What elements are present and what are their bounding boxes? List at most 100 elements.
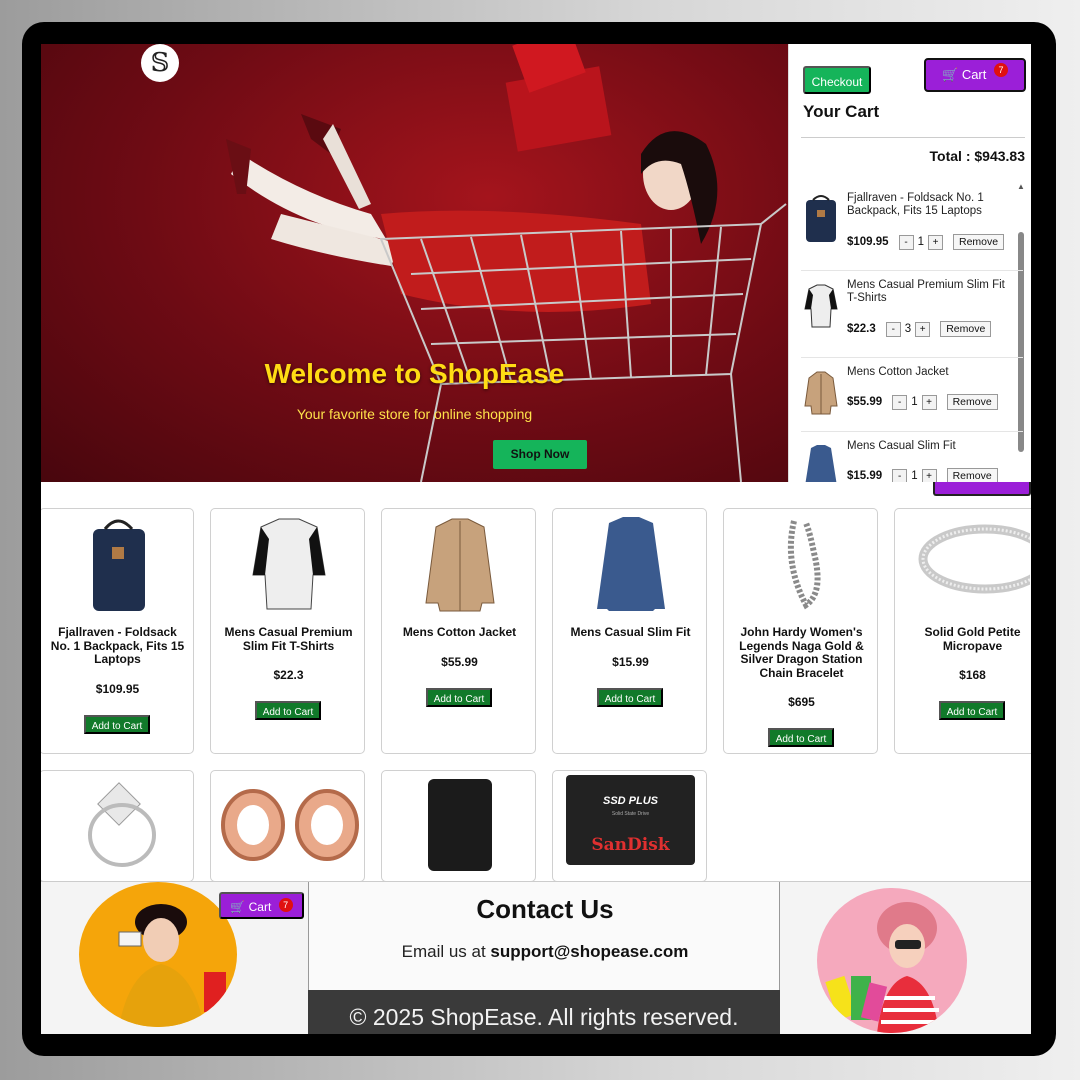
decrease-qty-button[interactable]: - (885, 321, 901, 337)
jacket-thumbnail (804, 371, 838, 415)
cart-icon: 🛒 (230, 900, 246, 914)
hero-title: Welcome to ShopEase (264, 358, 565, 389)
cart-item-controls: $22.3 - 3 + Remove (847, 321, 992, 337)
product-image (88, 782, 156, 867)
product-card: Mens Cotton Jacket $55.99 Add to Cart (381, 508, 536, 754)
cart-item-controls: $109.95 - 1 + Remove (847, 234, 1005, 250)
product-image (425, 518, 495, 612)
product-card: SSD PLUS Solid State Drive SanDisk (552, 770, 707, 882)
longsleeve-thumbnail (805, 445, 837, 482)
remove-item-button[interactable]: Remove (946, 394, 998, 410)
shop-now-button[interactable]: Shop Now (493, 440, 587, 469)
cart-count-badge: 7 (278, 898, 293, 912)
product-name: John Hardy Women's Legends Naga Gold & S… (739, 625, 864, 680)
support-email-link[interactable]: support@shopease.com (490, 942, 688, 961)
site-footer: 🛒 Cart 7 Contact Us Email us at support@… (41, 881, 1031, 1034)
cart-sidebar: Checkout 🛒 Cart 7 Your Cart Total : $943… (788, 44, 1031, 482)
product-card (41, 770, 194, 882)
product-card: John Hardy Women's Legends Naga Gold & S… (723, 508, 878, 754)
product-name: Mens Casual Slim Fit (570, 625, 691, 639)
shopease-logo[interactable]: 𝕊 (141, 44, 179, 82)
product-card: Mens Casual Premium Slim Fit T-Shirts $2… (210, 508, 365, 754)
add-to-cart-button[interactable]: Add to Cart (426, 688, 492, 707)
product-name: Solid Gold Petite Micropave (924, 625, 1021, 653)
increase-qty-button[interactable]: + (921, 394, 937, 410)
add-to-cart-button[interactable]: Add to Cart (597, 688, 663, 707)
footer-cart-button[interactable]: 🛒 Cart 7 (219, 892, 304, 919)
add-to-cart-button[interactable]: Add to Cart (768, 728, 834, 747)
increase-qty-button[interactable]: + (921, 468, 937, 482)
product-price: $109.95 (95, 682, 140, 696)
woman-with-card-illustration (118, 904, 226, 1027)
cart-item: Fjallraven - Foldsack No. 1 Backpack, Fi… (801, 184, 1023, 271)
browser-viewport: 𝕊 Welcome to ShopEase Your favorite stor… (41, 44, 1031, 1034)
decrease-qty-button[interactable]: - (892, 394, 908, 410)
hero-subtitle: Your favorite store for online shopping (296, 406, 533, 422)
remove-item-button[interactable]: Remove (940, 321, 992, 337)
decrease-qty-button[interactable]: - (892, 468, 908, 482)
hero-banner: 𝕊 Welcome to ShopEase Your favorite stor… (41, 44, 788, 482)
cart-item-price: $109.95 (847, 236, 889, 248)
cart-item: Mens Casual Premium Slim Fit T-Shirts $2… (801, 271, 1023, 358)
cart-icon: 🛒 (942, 67, 959, 82)
product-price: $15.99 (612, 655, 649, 669)
product-card: Mens Casual Slim Fit $15.99 Add to Cart (552, 508, 707, 754)
add-to-cart-button[interactable]: Add to Cart (939, 701, 1005, 720)
remove-item-button[interactable]: Remove (946, 468, 998, 482)
product-card: Solid Gold Petite Micropave $168 Add to … (894, 508, 1031, 754)
cart-item-list: Fjallraven - Foldsack No. 1 Backpack, Fi… (801, 184, 1023, 482)
product-image: SSD PLUS Solid State Drive SanDisk (566, 775, 695, 865)
increase-qty-button[interactable]: + (927, 234, 943, 250)
product-price: $55.99 (441, 655, 478, 669)
remove-item-button[interactable]: Remove (952, 234, 1005, 250)
cart-toggle-button[interactable]: 🛒 Cart 7 (924, 58, 1026, 92)
product-image (428, 779, 492, 871)
product-image (221, 789, 359, 861)
contact-email-line: Email us at support@shopease.com (309, 942, 781, 962)
product-image (597, 517, 665, 611)
promo-image-left (79, 882, 237, 1027)
decrease-qty-button[interactable]: - (898, 234, 914, 250)
product-image (787, 520, 821, 610)
cart-item: Mens Casual Slim Fit $15.99 - 1 + Remove (801, 432, 1023, 482)
cart-item-name: Mens Cotton Jacket (847, 366, 949, 378)
product-image (93, 519, 145, 611)
cart-item-name: Fjallraven - Foldsack No. 1 Backpack, Fi… (847, 192, 984, 217)
cart-item-price: $55.99 (847, 396, 883, 408)
product-name: Fjallraven - Foldsack No. 1 Backpack, Fi… (50, 625, 185, 666)
cart-item-controls: $55.99 - 1 + Remove (847, 394, 998, 410)
product-name: Mens Cotton Jacket (402, 625, 517, 639)
email-prefix: Email us at (401, 942, 491, 961)
checkout-button[interactable]: Checkout (803, 66, 871, 94)
product-price: $22.3 (273, 668, 304, 682)
cart-total: Total : $943.83 (929, 148, 1025, 164)
backpack-thumbnail (806, 195, 836, 242)
cart-item-controls: $15.99 - 1 + Remove (847, 468, 998, 482)
cart-item-qty: 1 (917, 236, 924, 248)
cart-item-price: $22.3 (847, 323, 876, 335)
contact-section: Contact Us Email us at support@shopease.… (308, 882, 780, 990)
increase-qty-button[interactable]: + (915, 321, 931, 337)
product-image (252, 518, 326, 610)
product-name: Mens Casual Premium Slim Fit T-Shirts (224, 625, 353, 653)
contact-title: Contact Us (476, 894, 614, 924)
sticky-cart-button[interactable] (933, 482, 1031, 496)
ssd-caption-text: Solid State Drive (611, 811, 650, 817)
footer-cart-label: Cart (248, 900, 272, 914)
tshirt-thumbnail (804, 284, 838, 328)
add-to-cart-button[interactable]: Add to Cart (84, 715, 150, 734)
copyright-bar: © 2025 ShopEase. All rights reserved. (308, 990, 780, 1034)
promo-image-right (817, 888, 967, 1033)
product-card: Fjallraven - Foldsack No. 1 Backpack, Fi… (41, 508, 194, 754)
cart-item-name: Mens Casual Slim Fit (847, 440, 956, 452)
cart-count-badge: 7 (994, 63, 1008, 77)
cart-heading: Your Cart (803, 102, 880, 121)
cart-item: Mens Cotton Jacket $55.99 - 1 + Remove (801, 358, 1023, 432)
product-price: $695 (788, 695, 815, 709)
cart-item-qty: 1 (911, 470, 918, 482)
add-to-cart-button[interactable]: Add to Cart (255, 701, 321, 720)
cart-item-qty: 3 (904, 323, 912, 335)
ssd-brand-text: SanDisk (591, 835, 670, 855)
product-price: $168 (959, 668, 986, 682)
cart-item-name: Mens Casual Premium Slim Fit T-Shirts (847, 279, 1005, 304)
